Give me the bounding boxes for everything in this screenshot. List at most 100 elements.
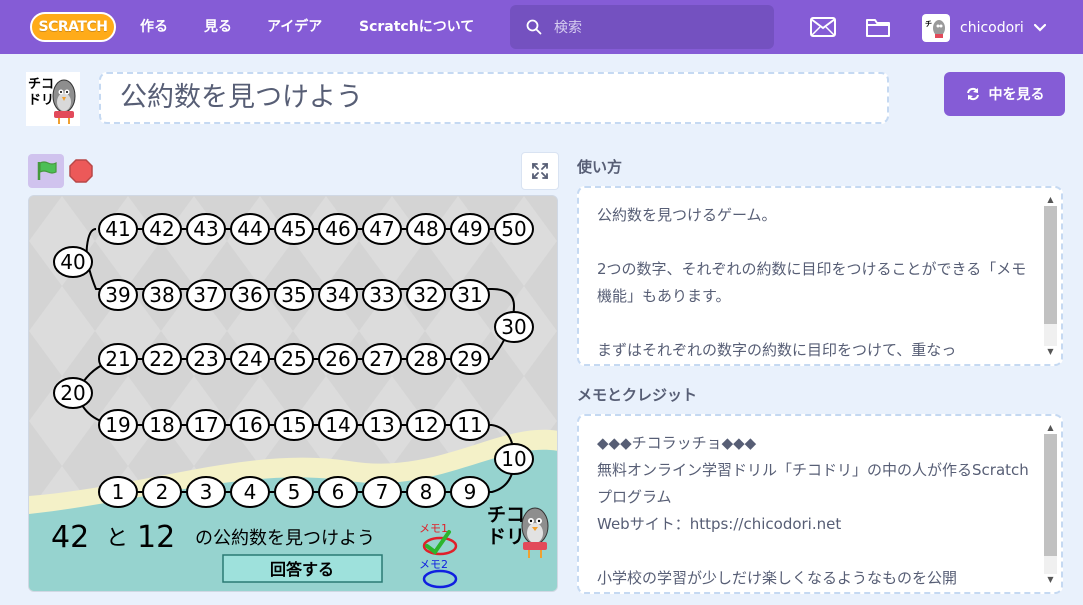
number-cell-18[interactable]: 18 (142, 409, 182, 441)
answer-button-label: 回答する (270, 560, 334, 579)
number-cell-label: 18 (149, 413, 174, 437)
instructions-scrollbar[interactable]: ▲ ▼ (1044, 194, 1057, 358)
number-cell-11[interactable]: 11 (450, 409, 490, 441)
scroll-down-icon[interactable]: ▼ (1044, 574, 1057, 586)
project-stage[interactable]: 41 42 43 44 45 46 47 48 49 50 39 38 37 36 35 34 33 32 31 21… (28, 195, 558, 592)
number-cell-20[interactable]: 20 (53, 377, 93, 409)
number-cell-46[interactable]: 46 (318, 213, 358, 245)
number-cell-24[interactable]: 24 (230, 343, 270, 375)
number-cell-26[interactable]: 26 (318, 343, 358, 375)
number-cell-44[interactable]: 44 (230, 213, 270, 245)
number-cell-48[interactable]: 48 (406, 213, 446, 245)
number-cell-50[interactable]: 50 (494, 213, 534, 245)
number-cell-label: 26 (325, 347, 350, 371)
number-cell-label: 27 (369, 347, 394, 371)
number-cell-7[interactable]: 7 (362, 476, 402, 508)
number-cell-49[interactable]: 49 (450, 213, 490, 245)
instructions-box[interactable]: 公約数を見つけるゲーム。 2つの数字、それぞれの約数に目印をつけることができる「… (577, 186, 1063, 366)
number-cell-5[interactable]: 5 (274, 476, 314, 508)
number-cell-label: 22 (149, 347, 174, 371)
number-cell-39[interactable]: 39 (98, 279, 138, 311)
number-cell-28[interactable]: 28 (406, 343, 446, 375)
stop-button[interactable] (68, 158, 94, 184)
number-cell-label: 40 (60, 250, 85, 274)
number-cell-41[interactable]: 41 (98, 213, 138, 245)
number-cell-17[interactable]: 17 (186, 409, 226, 441)
number-cell-40[interactable]: 40 (53, 246, 93, 278)
search-input[interactable]: 検索 (554, 17, 582, 37)
number-cell-27[interactable]: 27 (362, 343, 402, 375)
number-cell-label: 9 (464, 480, 477, 504)
number-cell-29[interactable]: 29 (450, 343, 490, 375)
number-cell-43[interactable]: 43 (186, 213, 226, 245)
number-cell-31[interactable]: 31 (450, 279, 490, 311)
scroll-up-icon[interactable]: ▲ (1044, 422, 1057, 434)
number-cell-label: 31 (457, 283, 482, 307)
number-cell-32[interactable]: 32 (406, 279, 446, 311)
number-cell-label: 25 (281, 347, 306, 371)
number-a: 42 (51, 520, 89, 555)
scroll-thumb[interactable] (1044, 206, 1057, 324)
messages-icon[interactable] (809, 14, 837, 40)
number-cell-3[interactable]: 3 (186, 476, 226, 508)
number-cell-label: 15 (281, 413, 306, 437)
green-flag-button[interactable] (28, 154, 64, 188)
number-cell-label: 38 (149, 283, 174, 307)
number-cell-2[interactable]: 2 (142, 476, 182, 508)
number-cell-22[interactable]: 22 (142, 343, 182, 375)
see-inside-button[interactable]: 中を見る (944, 72, 1065, 116)
number-cell-47[interactable]: 47 (362, 213, 402, 245)
number-cell-14[interactable]: 14 (318, 409, 358, 441)
stage-canvas[interactable]: 41 42 43 44 45 46 47 48 49 5039 38 37 36 35 34 33 32 3121… (29, 196, 558, 592)
number-cell-label: 14 (325, 413, 350, 437)
my-stuff-folder-icon[interactable] (864, 14, 892, 40)
project-author-avatar[interactable]: チコ ドリ (26, 72, 80, 126)
notes-box[interactable]: ◆◆◆チコラッチョ◆◆◆ 無料オンライン学習ドリル「チコドリ」の中の人が作るSc… (577, 414, 1063, 594)
user-menu[interactable]: チ chicodori (922, 14, 1046, 42)
number-cell-label: 45 (281, 217, 306, 241)
nav-ideas[interactable]: アイデア (267, 0, 322, 54)
number-cell-10[interactable]: 10 (494, 443, 534, 475)
chevron-down-icon (1033, 24, 1046, 32)
answer-button[interactable]: 回答する (222, 554, 383, 583)
notes-scrollbar[interactable]: ▲ ▼ (1044, 422, 1057, 586)
number-cell-37[interactable]: 37 (186, 279, 226, 311)
scroll-down-icon[interactable]: ▼ (1044, 346, 1057, 358)
nav-explore[interactable]: 見る (204, 0, 232, 54)
number-cell-6[interactable]: 6 (318, 476, 358, 508)
instructions-text: 公約数を見つけるゲーム。 2つの数字、それぞれの約数に目印をつけることができる「… (597, 206, 1027, 359)
scroll-up-icon[interactable]: ▲ (1044, 194, 1057, 206)
number-cell-30[interactable]: 30 (494, 311, 534, 343)
number-cell-label: 11 (457, 413, 482, 437)
number-cell-33[interactable]: 33 (362, 279, 402, 311)
number-cell-38[interactable]: 38 (142, 279, 182, 311)
number-cell-15[interactable]: 15 (274, 409, 314, 441)
stop-sign-icon (69, 159, 93, 183)
project-title-input[interactable]: 公約数を見つけよう (99, 72, 889, 124)
number-cell-45[interactable]: 45 (274, 213, 314, 245)
number-cell-12[interactable]: 12 (406, 409, 446, 441)
number-cell-1[interactable]: 1 (98, 476, 138, 508)
nav-create[interactable]: 作る (140, 0, 168, 54)
number-cell-4[interactable]: 4 (230, 476, 270, 508)
number-cell-13[interactable]: 13 (362, 409, 402, 441)
fullscreen-button[interactable] (521, 152, 559, 190)
number-cell-8[interactable]: 8 (406, 476, 446, 508)
memo1-label: メモ1 (419, 522, 448, 535)
number-cell-25[interactable]: 25 (274, 343, 314, 375)
nav-about[interactable]: Scratchについて (359, 0, 474, 54)
number-cell-23[interactable]: 23 (186, 343, 226, 375)
number-cell-35[interactable]: 35 (274, 279, 314, 311)
number-cell-34[interactable]: 34 (318, 279, 358, 311)
number-cell-36[interactable]: 36 (230, 279, 270, 311)
scroll-thumb[interactable] (1044, 434, 1057, 556)
number-cell-9[interactable]: 9 (450, 476, 490, 508)
search-bar[interactable]: 検索 (510, 5, 774, 49)
username: chicodori (960, 20, 1024, 36)
number-cell-label: 36 (237, 283, 262, 307)
number-cell-21[interactable]: 21 (98, 343, 138, 375)
number-cell-42[interactable]: 42 (142, 213, 182, 245)
number-cell-16[interactable]: 16 (230, 409, 270, 441)
number-cell-19[interactable]: 19 (98, 409, 138, 441)
scratch-logo[interactable]: SCRATCH (30, 12, 116, 42)
